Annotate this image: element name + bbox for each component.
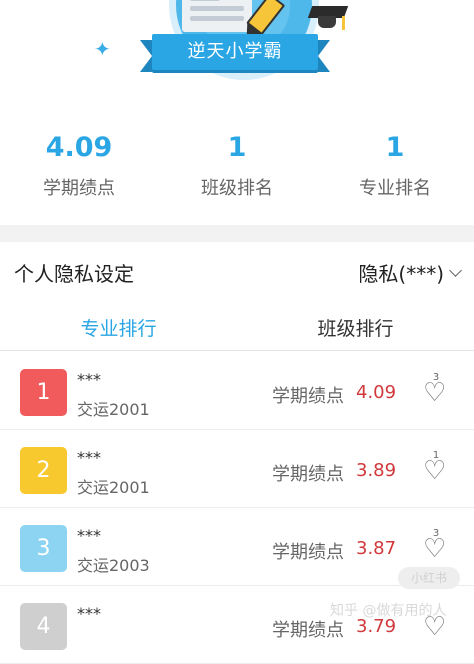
stat-class-rank: 1 班级排名 — [158, 128, 316, 200]
stats-summary: 4.09 学期绩点 1 班级排名 1 专业排名 — [0, 128, 474, 208]
gpa-value: 3.89 — [356, 460, 397, 481]
badge-title: 逆天小学霸 — [187, 41, 283, 62]
student-class: 交运2003 — [77, 556, 150, 575]
stat-label: 专业排名 — [359, 178, 431, 199]
ranking-tabs: 专业排行 班级排行 — [0, 300, 474, 351]
rank-badge: 3 — [20, 525, 67, 572]
privacy-setting-value[interactable]: 隐私(***) — [358, 258, 444, 287]
student-class: 交运2001 — [77, 400, 150, 419]
stat-label: 班级排名 — [201, 178, 273, 199]
stat-major-rank: 1 专业排名 — [316, 128, 474, 200]
student-class: 交运2001 — [77, 478, 150, 497]
graduation-cap-icon — [307, 6, 349, 32]
stat-value: 4.09 — [45, 132, 113, 163]
student-name: *** — [77, 604, 101, 623]
heart-icon[interactable]: ♡ — [423, 378, 446, 408]
stat-semester-gpa: 4.09 学期绩点 — [0, 128, 158, 200]
student-name: *** — [77, 370, 101, 389]
student-name: *** — [77, 448, 101, 467]
rank-badge: 4 — [20, 603, 67, 650]
gpa-value: 3.87 — [356, 538, 397, 559]
watermark-badge: 小红书 — [398, 567, 460, 589]
ranking-row[interactable]: 1 *** 交运2001 学期绩点 4.09 3 ♡ — [0, 352, 474, 430]
gpa-label: 学期绩点 — [272, 386, 344, 407]
heart-icon[interactable]: ♡ — [423, 456, 446, 486]
sparkle-icon: ✦ — [94, 37, 111, 61]
stat-value: 1 — [385, 132, 405, 163]
like-button[interactable]: 3 ♡ — [422, 372, 450, 412]
ribbon-tail-left — [140, 40, 152, 72]
chevron-down-icon[interactable] — [449, 264, 462, 277]
rank-badge: 1 — [20, 369, 67, 416]
achievement-badge: 逆天小学霸 ✦ — [0, 0, 474, 105]
watermark-text: 知乎 @做有用的人 — [330, 603, 447, 619]
gpa-label: 学期绩点 — [272, 542, 344, 563]
gpa-label: 学期绩点 — [272, 464, 344, 485]
like-button[interactable]: 1 ♡ — [422, 450, 450, 490]
privacy-setting-title: 个人隐私设定 — [14, 262, 134, 286]
student-name: *** — [77, 526, 101, 545]
rank-badge: 2 — [20, 447, 67, 494]
stat-value: 1 — [227, 132, 247, 163]
like-button[interactable]: 3 ♡ — [422, 528, 450, 568]
ranking-row[interactable]: 4 *** 学期绩点 3.79 ♡ — [0, 586, 474, 664]
heart-icon[interactable]: ♡ — [423, 534, 446, 564]
gpa-value: 4.09 — [356, 382, 397, 403]
ranking-row[interactable]: 2 *** 交运2001 学期绩点 3.89 1 ♡ — [0, 430, 474, 508]
stat-label: 学期绩点 — [43, 178, 115, 199]
privacy-setting-row[interactable]: 个人隐私设定 隐私(***) — [0, 242, 474, 300]
section-divider — [0, 225, 474, 242]
tab-class-ranking[interactable]: 班级排行 — [237, 314, 474, 341]
tab-major-ranking[interactable]: 专业排行 — [0, 314, 237, 341]
ribbon-tail-right — [318, 40, 330, 72]
